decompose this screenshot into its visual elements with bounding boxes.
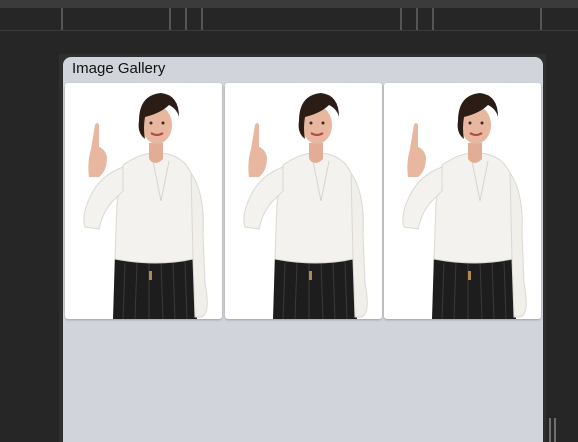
gallery-image[interactable] [65,83,222,319]
toolbar-separator [432,8,434,30]
window-title: Image Gallery [72,60,166,77]
gallery-image[interactable] [225,83,382,319]
toolbar-separator [400,8,402,30]
resize-grip[interactable] [549,418,557,442]
top-strip [0,0,578,8]
toolbar-separator [540,8,542,30]
toolbar-separator [169,8,171,30]
toolbar [0,8,578,31]
gallery-image[interactable] [384,83,541,319]
toolbar-separator [416,8,418,30]
toolbar-separator [201,8,203,30]
toolbar-separator [61,8,63,30]
woman-pointing-image [65,83,222,319]
woman-pointing-image [225,83,382,319]
image-gallery-window: Image Gallery [63,57,543,442]
toolbar-separator [185,8,187,30]
woman-pointing-image [384,83,541,319]
